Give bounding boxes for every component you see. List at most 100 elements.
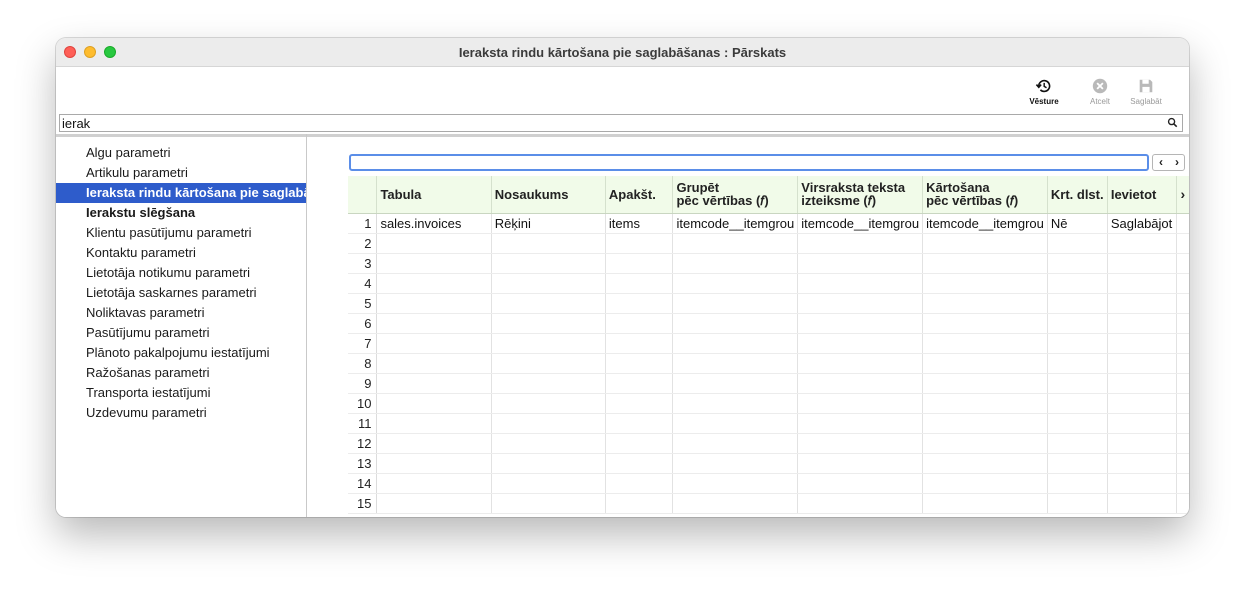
history-button[interactable]: Vēsture xyxy=(1019,77,1069,106)
table-row[interactable]: 12 xyxy=(348,433,1189,454)
table-cell[interactable] xyxy=(797,353,924,374)
table-cell[interactable] xyxy=(922,293,1048,314)
table-cell[interactable] xyxy=(1107,233,1177,254)
table-cell[interactable] xyxy=(376,313,492,334)
sidebar-item-kontaktu-parametri[interactable]: Kontaktu parametri xyxy=(56,243,306,263)
table-cell[interactable] xyxy=(1107,473,1177,494)
table-cell[interactable] xyxy=(672,273,799,294)
table-cell[interactable] xyxy=(605,273,674,294)
table-cell[interactable] xyxy=(922,353,1048,374)
table-cell[interactable] xyxy=(376,373,492,394)
table-cell[interactable] xyxy=(922,493,1048,514)
sidebar-item-lietotaja-notikumu-parametri[interactable]: Lietotāja notikumu parametri xyxy=(56,263,306,283)
table-row[interactable]: 1 sales.invoices Rēķini items itemcode__item… xyxy=(348,213,1189,234)
table-cell[interactable] xyxy=(672,313,799,334)
table-cell[interactable] xyxy=(491,493,606,514)
table-cell[interactable] xyxy=(672,493,799,514)
more-columns-button[interactable]: › xyxy=(1176,176,1189,214)
table-row[interactable]: 9 xyxy=(348,373,1189,394)
table-cell[interactable] xyxy=(605,453,674,474)
table-cell[interactable] xyxy=(1047,433,1108,454)
table-cell[interactable] xyxy=(797,493,924,514)
table-cell[interactable] xyxy=(797,413,924,434)
save-button[interactable]: Saglabāt xyxy=(1121,77,1171,106)
table-cell[interactable] xyxy=(491,273,606,294)
table-cell[interactable] xyxy=(922,373,1048,394)
table-row[interactable]: 6 xyxy=(348,313,1189,334)
table-row[interactable]: 10 xyxy=(348,393,1189,414)
sidebar-item-ieraksta-rindu-kartosana[interactable]: Ieraksta rindu kārtošana pie saglabāšana… xyxy=(56,183,306,203)
table-cell[interactable] xyxy=(797,453,924,474)
column-header-kartosana[interactable]: Kārtošana pēc vērtības (𝑓) xyxy=(922,176,1048,214)
search-input[interactable] xyxy=(62,115,1162,131)
sidebar-item-algu-parametri[interactable]: Algu parametri xyxy=(56,143,306,163)
next-button[interactable]: › xyxy=(1169,155,1185,170)
table-row[interactable]: 2 xyxy=(348,233,1189,254)
table-cell[interactable] xyxy=(376,353,492,374)
cancel-button[interactable]: Atcelt xyxy=(1075,77,1125,106)
table-cell[interactable] xyxy=(1047,233,1108,254)
column-header-virsraksta-teksta[interactable]: Virsraksta teksta izteiksme (𝑓) xyxy=(797,176,924,214)
table-cell[interactable] xyxy=(1107,313,1177,334)
sidebar-item-klientu-pasutijumu-parametri[interactable]: Klientu pasūtījumu parametri xyxy=(56,223,306,243)
table-cell[interactable] xyxy=(672,253,799,274)
table-cell[interactable] xyxy=(491,353,606,374)
table-cell[interactable] xyxy=(1047,473,1108,494)
table-cell[interactable] xyxy=(797,333,924,354)
table-cell[interactable] xyxy=(1047,253,1108,274)
table-cell[interactable] xyxy=(491,293,606,314)
table-cell[interactable]: itemcode__itemgrou xyxy=(672,213,799,234)
table-cell[interactable]: Rēķini xyxy=(491,213,606,234)
table-cell[interactable] xyxy=(1107,453,1177,474)
table-cell[interactable] xyxy=(1047,373,1108,394)
table-cell[interactable] xyxy=(491,413,606,434)
table-cell[interactable] xyxy=(1047,333,1108,354)
table-cell[interactable] xyxy=(376,233,492,254)
sidebar-item-ierakstu-slegsana[interactable]: Ierakstu slēgšana xyxy=(56,203,306,223)
column-header-krt-dlst[interactable]: Krt. dlst. xyxy=(1047,176,1108,214)
table-cell[interactable] xyxy=(491,333,606,354)
table-cell[interactable] xyxy=(1107,293,1177,314)
table-cell[interactable]: itemcode__itemgrou xyxy=(922,213,1048,234)
table-cell[interactable] xyxy=(922,393,1048,414)
table-cell[interactable] xyxy=(605,493,674,514)
table-cell[interactable] xyxy=(1047,353,1108,374)
table-cell[interactable] xyxy=(922,453,1048,474)
table-cell[interactable] xyxy=(605,333,674,354)
table-cell[interactable] xyxy=(376,333,492,354)
table-cell[interactable] xyxy=(376,293,492,314)
table-cell[interactable]: Saglabājot xyxy=(1107,213,1177,234)
table-cell[interactable] xyxy=(376,413,492,434)
table-cell[interactable] xyxy=(605,373,674,394)
table-row[interactable]: 15 xyxy=(348,493,1189,514)
table-cell[interactable] xyxy=(797,293,924,314)
table-cell[interactable] xyxy=(376,393,492,414)
table-row[interactable]: 13 xyxy=(348,453,1189,474)
table-cell[interactable] xyxy=(1107,493,1177,514)
table-cell[interactable] xyxy=(376,273,492,294)
table-cell[interactable] xyxy=(672,473,799,494)
sidebar-item-artikulu-parametri[interactable]: Artikulu parametri xyxy=(56,163,306,183)
table-cell[interactable] xyxy=(376,493,492,514)
table-cell[interactable] xyxy=(797,313,924,334)
table-cell[interactable] xyxy=(922,473,1048,494)
sidebar-item-razosanas-parametri[interactable]: Ražošanas parametri xyxy=(56,363,306,383)
table-cell[interactable] xyxy=(797,373,924,394)
sidebar-item-planoto-pakalpojumu-iestatijumi[interactable]: Plānoto pakalpojumu iestatījumi xyxy=(56,343,306,363)
table-cell[interactable] xyxy=(672,453,799,474)
table-cell[interactable] xyxy=(491,313,606,334)
table-cell[interactable] xyxy=(922,413,1048,434)
table-cell[interactable] xyxy=(797,433,924,454)
table-cell[interactable] xyxy=(605,473,674,494)
table-cell[interactable] xyxy=(672,373,799,394)
sidebar-item-transporta-iestatijumi[interactable]: Transporta iestatījumi xyxy=(56,383,306,403)
table-cell[interactable] xyxy=(672,333,799,354)
sidebar-item-lietotaja-saskarnes-parametri[interactable]: Lietotāja saskarnes parametri xyxy=(56,283,306,303)
table-cell[interactable] xyxy=(491,473,606,494)
table-cell[interactable] xyxy=(1047,453,1108,474)
table-row[interactable]: 8 xyxy=(348,353,1189,374)
table-cell[interactable] xyxy=(491,253,606,274)
table-cell[interactable] xyxy=(1107,273,1177,294)
table-cell[interactable] xyxy=(797,273,924,294)
table-cell[interactable] xyxy=(922,333,1048,354)
